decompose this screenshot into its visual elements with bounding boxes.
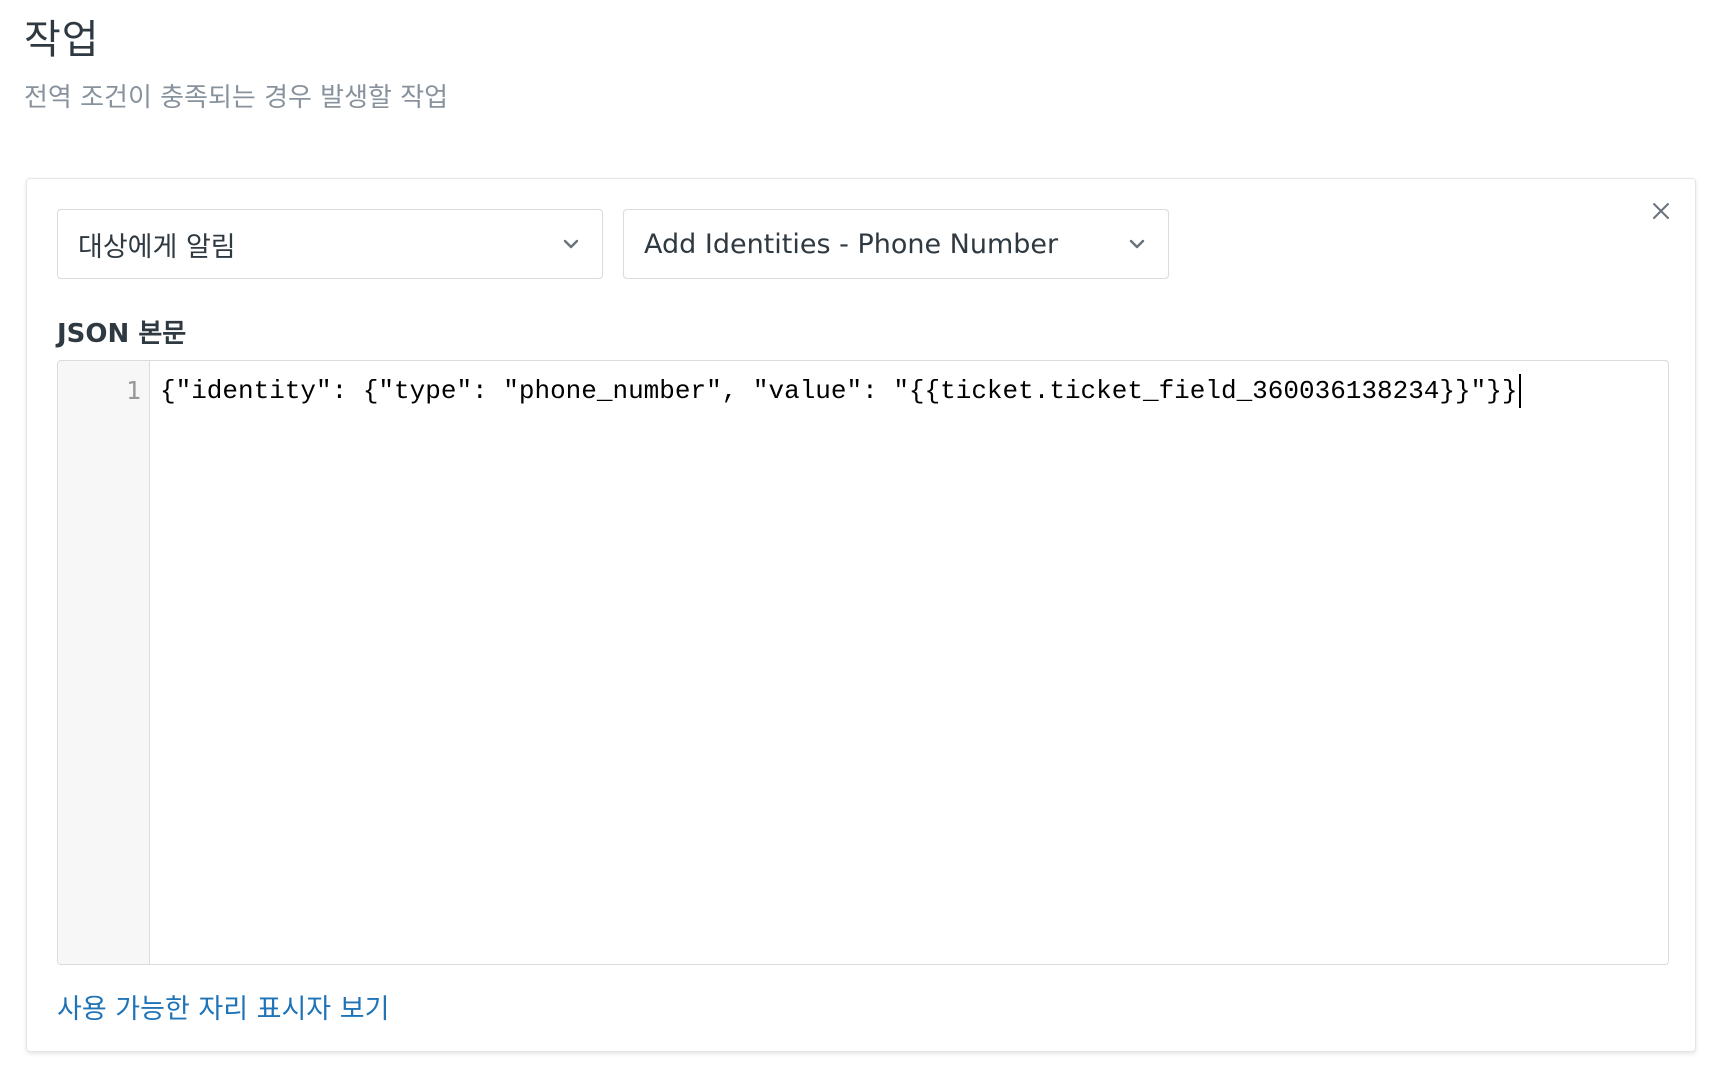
remove-action-button[interactable] — [1645, 195, 1677, 227]
chevron-down-icon — [1126, 233, 1148, 255]
target-select-value: 대상에게 알림 — [78, 231, 236, 263]
webhook-select[interactable]: Add Identities - Phone Number — [623, 209, 1169, 279]
view-placeholders-link[interactable]: 사용 가능한 자리 표시자 보기 — [57, 987, 389, 1026]
text-cursor — [1519, 374, 1522, 409]
code-line-text: {"identity": {"type": "phone_number", "v… — [160, 376, 1518, 406]
line-number: 1 — [125, 376, 141, 405]
code-line[interactable]: {"identity": {"type": "phone_number", "v… — [160, 373, 1522, 409]
webhook-select-value: Add Identities - Phone Number — [644, 228, 1059, 260]
json-body-label: JSON 본문 — [57, 319, 187, 349]
close-icon — [1653, 203, 1669, 219]
editor-gutter: 1 — [58, 361, 150, 964]
action-card: 대상에게 알림 Add Identities - Phone Number JS… — [26, 178, 1696, 1052]
page-subtitle: 전역 조건이 충족되는 경우 발생할 작업 — [24, 83, 449, 113]
chevron-down-icon — [560, 233, 582, 255]
target-select[interactable]: 대상에게 알림 — [57, 209, 603, 279]
page-title: 작업 — [24, 17, 100, 63]
json-body-editor[interactable]: 1 {"identity": {"type": "phone_number", … — [57, 360, 1669, 965]
